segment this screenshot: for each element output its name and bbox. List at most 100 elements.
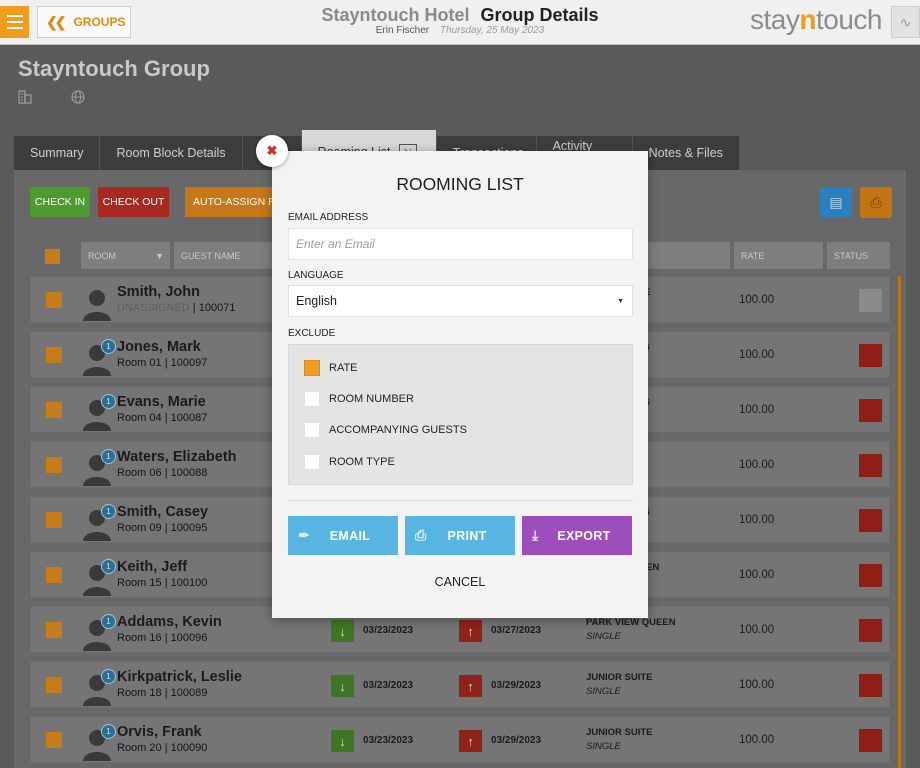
departure-arrow-icon: ↑ bbox=[459, 620, 482, 642]
row-checkbox[interactable] bbox=[46, 622, 62, 638]
room-and-confirmation: Room 20 | 100090 bbox=[117, 742, 208, 754]
chevron-down-icon: ▼ bbox=[155, 250, 164, 261]
guest-name[interactable]: Keith, Jeff bbox=[117, 559, 187, 575]
guest-avatar-icon bbox=[81, 287, 113, 321]
room-number: Room 09 bbox=[117, 522, 162, 534]
rooming-list-dialog: ROOMING LIST EMAIL ADDRESS LANGUAGE Engl… bbox=[272, 151, 648, 618]
tab-notes-files[interactable]: Notes & Files bbox=[632, 136, 740, 170]
building-icon[interactable] bbox=[18, 90, 34, 106]
departure-arrow-icon: ↑ bbox=[459, 730, 482, 752]
guest-name[interactable]: Addams, Kevin bbox=[117, 614, 222, 630]
status-indicator bbox=[859, 454, 882, 477]
arrival-arrow-icon: ↓ bbox=[331, 730, 354, 752]
room-number-checkbox[interactable] bbox=[304, 391, 320, 407]
room-number: Room 04 bbox=[117, 412, 162, 424]
room-and-confirmation: Room 15 | 100100 bbox=[117, 577, 208, 589]
rate-amount: 100.00 bbox=[739, 624, 775, 636]
guest-name[interactable]: Jones, Mark bbox=[117, 339, 201, 355]
email-address-input[interactable] bbox=[288, 228, 633, 260]
accompanying-count-badge: 1 bbox=[101, 394, 116, 409]
accompanying-count-badge: 1 bbox=[101, 504, 116, 519]
table-row[interactable]: 1 Kirkpatrick, Leslie Room 18 | 100089 ↓ 03/… bbox=[30, 661, 890, 708]
dialog-divider bbox=[288, 500, 633, 501]
row-checkbox[interactable] bbox=[46, 512, 62, 528]
guest-name[interactable]: Smith, Casey bbox=[117, 504, 208, 520]
tab-room-block-details[interactable]: Room Block Details bbox=[100, 136, 243, 170]
rate-checkbox[interactable] bbox=[304, 360, 320, 376]
dialog-title: ROOMING LIST bbox=[396, 174, 524, 194]
guest-name[interactable]: Kirkpatrick, Leslie bbox=[117, 669, 242, 685]
room-and-confirmation: Room 16 | 100096 bbox=[117, 632, 208, 644]
guest-name[interactable]: Smith, John bbox=[117, 284, 200, 300]
accompanying-count-badge: 1 bbox=[101, 669, 116, 684]
confirmation-number: 100090 bbox=[170, 742, 208, 754]
guest-name[interactable]: Waters, Elizabeth bbox=[117, 449, 237, 465]
room-and-confirmation: UNASSIGNED | 100071 bbox=[117, 302, 236, 314]
check-in-button[interactable]: CHECK IN bbox=[30, 187, 90, 217]
business-date: Thursday, 25 May 2023 bbox=[439, 25, 545, 36]
rate-amount: 100.00 bbox=[739, 459, 775, 471]
departure-date: 03/27/2023 bbox=[491, 625, 542, 636]
language-select[interactable]: English ▼ bbox=[288, 285, 633, 317]
row-checkbox[interactable] bbox=[46, 677, 62, 693]
row-checkbox[interactable] bbox=[46, 567, 62, 583]
room-number: Room 20 bbox=[117, 742, 162, 754]
column-header-guest-name[interactable]: GUEST NAME bbox=[174, 242, 274, 269]
exclude-option-accompanying-guests[interactable]: ACCOMPANYING GUESTS bbox=[304, 422, 467, 438]
occupancy-type: SINGLE bbox=[586, 741, 621, 752]
export-button[interactable]: ⤓ EXPORT bbox=[522, 516, 632, 555]
column-header-status[interactable]: STATUS bbox=[827, 242, 890, 269]
table-row[interactable]: 1 Orvis, Frank Room 20 | 100090 ↓ 03/23/2023… bbox=[30, 716, 890, 763]
room-number: Room 01 bbox=[117, 357, 162, 369]
room-and-confirmation: Room 01 | 100097 bbox=[117, 357, 208, 369]
exclude-option-rate[interactable]: RATE bbox=[304, 360, 358, 376]
print-button[interactable]: ⎙ PRINT bbox=[405, 516, 515, 555]
select-all-checkbox[interactable] bbox=[45, 249, 60, 264]
room-and-confirmation: Room 04 | 100087 bbox=[117, 412, 208, 424]
rate-amount: 100.00 bbox=[739, 294, 775, 306]
row-checkbox[interactable] bbox=[46, 402, 62, 418]
guest-name[interactable]: Orvis, Frank bbox=[117, 724, 202, 740]
row-checkbox[interactable] bbox=[46, 347, 62, 363]
status-indicator bbox=[859, 509, 882, 532]
report-icon-button[interactable]: ▤ bbox=[820, 187, 852, 218]
row-checkbox[interactable] bbox=[46, 732, 62, 748]
page-heading: Group Details bbox=[480, 5, 599, 25]
confirmation-number: 100087 bbox=[170, 412, 208, 424]
print-icon-button[interactable]: ⎙ bbox=[860, 187, 892, 218]
check-out-button[interactable]: CHECK OUT bbox=[98, 187, 169, 217]
confirmation-number: 100071 bbox=[198, 302, 236, 314]
accompanying-count-badge: 1 bbox=[101, 724, 116, 739]
exclude-options-box: RATE ROOM NUMBER ACCOMPANYING GUESTS ROO… bbox=[288, 344, 633, 485]
room-number: Room 16 bbox=[117, 632, 162, 644]
rate-amount: 100.00 bbox=[739, 679, 775, 691]
column-header-room[interactable]: ROOM ▼ bbox=[81, 242, 170, 269]
rate-amount: 100.00 bbox=[739, 349, 775, 361]
row-checkbox[interactable] bbox=[46, 457, 62, 473]
globe-icon[interactable] bbox=[71, 90, 87, 106]
room-and-confirmation: Room 06 | 100088 bbox=[117, 467, 208, 479]
exclude-option-room-number[interactable]: ROOM NUMBER bbox=[304, 391, 414, 407]
column-header-rate[interactable]: RATE bbox=[734, 242, 823, 269]
confirmation-number: 100097 bbox=[170, 357, 208, 369]
cancel-button[interactable]: CANCEL bbox=[272, 575, 648, 589]
accompanying-guests-checkbox[interactable] bbox=[304, 422, 320, 438]
email-button[interactable]: ✒ EMAIL bbox=[288, 516, 398, 555]
room-type-checkbox[interactable] bbox=[304, 454, 320, 470]
tab-summary[interactable]: Summary bbox=[14, 136, 101, 170]
confirmation-number: 100088 bbox=[170, 467, 208, 479]
stayntouch-logo: stayntouch bbox=[750, 4, 882, 35]
close-dialog-button[interactable]: ✖ bbox=[256, 135, 288, 167]
scrollbar[interactable] bbox=[898, 276, 901, 768]
language-label: LANGUAGE bbox=[288, 270, 344, 281]
guest-name[interactable]: Evans, Marie bbox=[117, 394, 206, 410]
room-number: Room 06 bbox=[117, 467, 162, 479]
language-selected-value: English bbox=[296, 294, 337, 308]
activity-wave-icon[interactable]: ∿ bbox=[891, 6, 920, 38]
room-type: PARK VIEW QUEEN bbox=[586, 617, 676, 628]
row-checkbox[interactable] bbox=[46, 292, 62, 308]
exclude-option-room-type[interactable]: ROOM TYPE bbox=[304, 454, 395, 470]
status-indicator bbox=[859, 729, 882, 752]
column-header-room-type[interactable] bbox=[634, 242, 730, 269]
status-indicator bbox=[859, 564, 882, 587]
